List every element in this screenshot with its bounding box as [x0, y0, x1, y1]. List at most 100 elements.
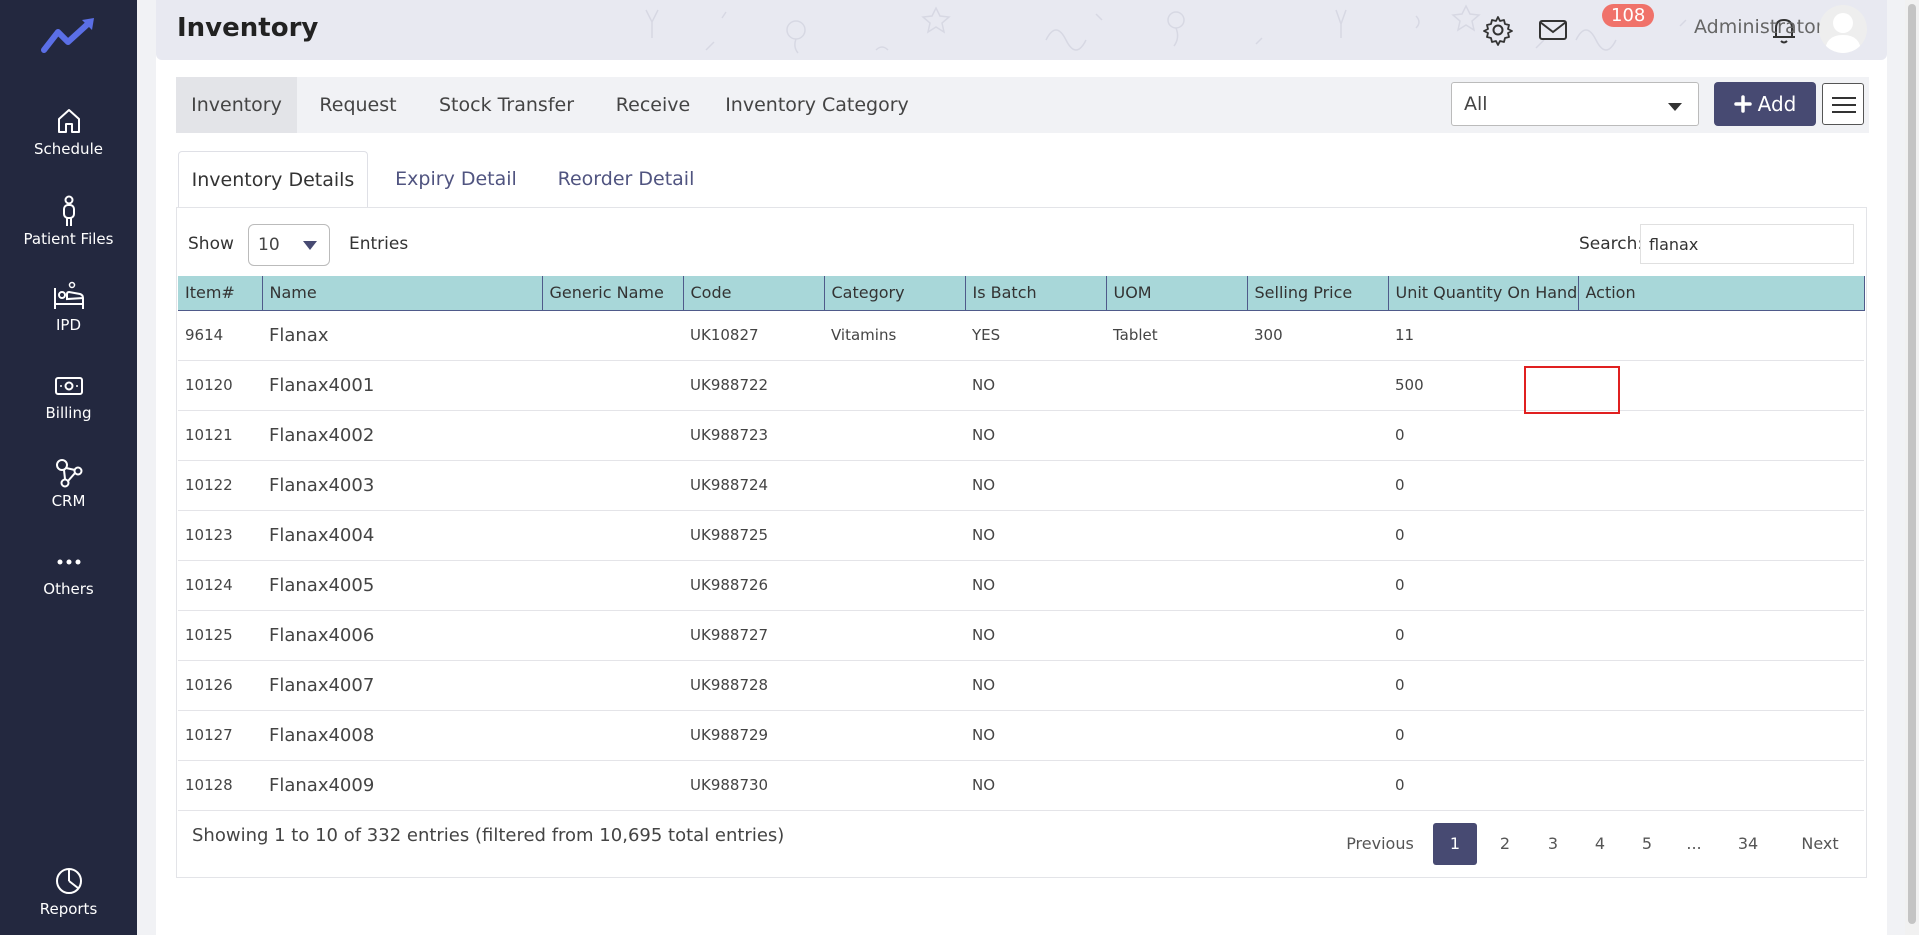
- item-name-link[interactable]: Flanax: [262, 310, 542, 361]
- table-cell: [1247, 410, 1388, 461]
- hamburger-icon: [1832, 97, 1856, 99]
- table-cell: 0: [1388, 510, 1578, 561]
- tab-stock-transfer[interactable]: Stock Transfer: [419, 77, 594, 133]
- entries-info: Showing 1 to 10 of 332 entries (filtered…: [192, 825, 785, 846]
- table-cell: UK988727: [683, 610, 824, 661]
- table-cell: [824, 360, 965, 411]
- table-cell: [1578, 760, 1864, 811]
- inventory-table: Item# Name Generic Name Code Category Is…: [178, 276, 1865, 811]
- item-name-link[interactable]: Flanax4005: [262, 560, 542, 611]
- table-cell: 0: [1388, 560, 1578, 611]
- column-header[interactable]: Generic Name: [542, 276, 684, 311]
- chevron-down-icon: [1668, 103, 1682, 111]
- scrollbar-thumb[interactable]: [1908, 4, 1916, 924]
- tab-request[interactable]: Request: [297, 77, 419, 133]
- sidebar-item-schedule[interactable]: Schedule: [0, 104, 137, 158]
- table-cell: 11: [1388, 310, 1578, 361]
- table-cell: 10126: [178, 660, 262, 711]
- table-row[interactable]: 10125 Flanax4006 UK988727 NO 0: [178, 610, 1864, 661]
- table-cell: 10121: [178, 410, 262, 461]
- sidebar-item-crm[interactable]: CRM: [0, 456, 137, 510]
- filter-select[interactable]: All: [1451, 82, 1699, 126]
- tab-inventory-details[interactable]: Inventory Details: [178, 151, 368, 208]
- filter-select-value: All: [1464, 93, 1488, 115]
- user-avatar-icon: [1825, 13, 1861, 53]
- table-cell: [542, 460, 683, 511]
- tab-inventory-category[interactable]: Inventory Category: [712, 77, 922, 133]
- column-header[interactable]: Item#: [178, 276, 263, 311]
- table-cell: [1578, 660, 1864, 711]
- table-cell: [1247, 510, 1388, 561]
- table-cell: 10122: [178, 460, 262, 511]
- tab-receive[interactable]: Receive: [594, 77, 712, 133]
- column-header[interactable]: Is Batch: [965, 276, 1107, 311]
- pagination-page[interactable]: 1: [1433, 823, 1477, 865]
- pagination-page[interactable]: 4: [1578, 823, 1622, 865]
- tab-inventory[interactable]: Inventory: [176, 77, 297, 133]
- table-cell: [1247, 610, 1388, 661]
- search-label: Search:: [1579, 234, 1644, 254]
- item-name-link[interactable]: Flanax4003: [262, 460, 542, 511]
- table-row[interactable]: 10124 Flanax4005 UK988726 NO 0: [178, 560, 1864, 611]
- table-cell: [1106, 560, 1247, 611]
- pagination-page[interactable]: 3: [1531, 823, 1575, 865]
- column-header[interactable]: Name: [262, 276, 543, 311]
- table-cell: 0: [1388, 410, 1578, 461]
- table-cell: [824, 760, 965, 811]
- entries-select[interactable]: 10: [248, 224, 330, 266]
- pagination-next[interactable]: Next: [1788, 823, 1852, 865]
- table-row[interactable]: 9614 Flanax UK10827 Vitamins YES Tablet 300 11: [178, 310, 1864, 361]
- pagination-page[interactable]: 34: [1720, 823, 1776, 865]
- table-cell: 9614: [178, 310, 262, 361]
- column-header[interactable]: Unit Quantity On Hand: [1388, 276, 1579, 311]
- tab-expiry-detail[interactable]: Expiry Detail: [376, 151, 536, 207]
- table-cell: [1106, 410, 1247, 461]
- mail-icon[interactable]: [1537, 14, 1569, 46]
- table-cell: [1578, 360, 1864, 411]
- item-name-link[interactable]: Flanax4009: [262, 760, 542, 811]
- hamburger-menu-button[interactable]: [1822, 83, 1864, 125]
- table-cell: [1578, 310, 1864, 361]
- sidebar-item-billing[interactable]: Billing: [0, 368, 137, 422]
- avatar[interactable]: [1819, 5, 1867, 53]
- table-row[interactable]: 10127 Flanax4008 UK988729 NO 0: [178, 710, 1864, 761]
- sidebar-item-reports[interactable]: Reports: [0, 864, 137, 918]
- user-name[interactable]: Administrator: [1694, 16, 1824, 38]
- table-cell: [1247, 360, 1388, 411]
- tab-reorder-detail[interactable]: Reorder Detail: [541, 151, 711, 207]
- item-name-link[interactable]: Flanax4002: [262, 410, 542, 461]
- pagination-page[interactable]: 5: [1625, 823, 1669, 865]
- sidebar-item-others[interactable]: Others: [0, 544, 137, 598]
- add-button[interactable]: Add: [1714, 82, 1816, 126]
- table-row[interactable]: 10123 Flanax4004 UK988725 NO 0: [178, 510, 1864, 561]
- search-input[interactable]: [1640, 224, 1854, 264]
- table-row[interactable]: 10126 Flanax4007 UK988728 NO 0: [178, 660, 1864, 711]
- pagination-previous[interactable]: Previous: [1338, 823, 1422, 865]
- table-row[interactable]: 10122 Flanax4003 UK988724 NO 0: [178, 460, 1864, 511]
- column-header[interactable]: Category: [824, 276, 966, 311]
- gear-icon[interactable]: [1482, 14, 1514, 46]
- table-row[interactable]: 10121 Flanax4002 UK988723 NO 0: [178, 410, 1864, 461]
- table-cell: [1106, 510, 1247, 561]
- item-name-link[interactable]: Flanax4001: [262, 360, 542, 411]
- column-header[interactable]: UOM: [1106, 276, 1248, 311]
- item-name-link[interactable]: Flanax4004: [262, 510, 542, 561]
- sidebar-item-label: IPD: [55, 316, 82, 334]
- table-row[interactable]: 10128 Flanax4009 UK988730 NO 0: [178, 760, 1864, 811]
- table-cell: [542, 610, 683, 661]
- column-header[interactable]: Code: [683, 276, 825, 311]
- trend-logo-icon[interactable]: [40, 16, 96, 56]
- item-name-link[interactable]: Flanax4007: [262, 660, 542, 711]
- column-header[interactable]: Action: [1578, 276, 1865, 311]
- table-cell: 0: [1388, 710, 1578, 761]
- sidebar-item-patient-files[interactable]: Patient Files: [0, 194, 137, 248]
- table-cell: [1247, 760, 1388, 811]
- table-cell: [1578, 460, 1864, 511]
- table-cell: UK988723: [683, 410, 824, 461]
- sidebar-item-ipd[interactable]: IPD: [0, 280, 137, 334]
- item-name-link[interactable]: Flanax4006: [262, 610, 542, 661]
- column-header[interactable]: Selling Price: [1247, 276, 1389, 311]
- pagination-page[interactable]: 2: [1483, 823, 1527, 865]
- item-name-link[interactable]: Flanax4008: [262, 710, 542, 761]
- table-cell: UK988722: [683, 360, 824, 411]
